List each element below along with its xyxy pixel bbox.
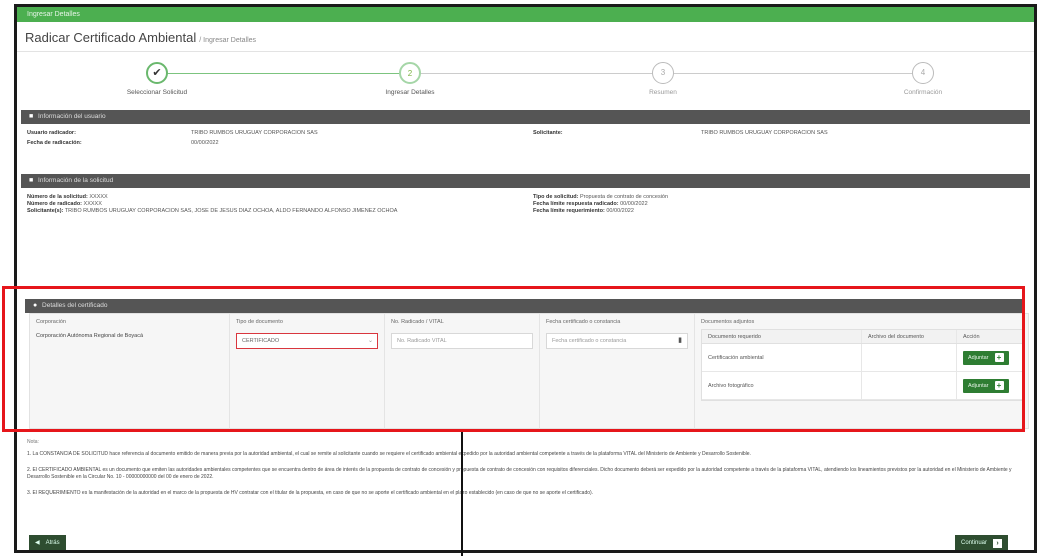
field-value: XXXXX [89, 194, 108, 200]
field-key: Fecha de radicación: [27, 140, 82, 146]
notes-section: Nota: 1. La CONSTANCIA DE SOLICITUD hace… [27, 439, 1032, 506]
progress-stepper: ✔ Seleccionar Solicitud 2 Ingresar Detal… [17, 52, 1034, 110]
field-value: TRIBO RUMBOS URUGUAY CORPORACION SAS, JO… [64, 208, 398, 214]
continue-button[interactable]: Continuar › [955, 535, 1009, 550]
step-label: Resumen [649, 89, 677, 96]
note-item: 3. El REQUERIMIENTO es la manifestación … [27, 490, 594, 496]
field-value: Propuesta de contrato de concesión [579, 194, 669, 200]
field-key: Solicitante(s): [27, 208, 64, 214]
step-3: 3 Resumen [603, 62, 723, 96]
field-value: TRIBO RUMBOS URUGUAY CORPORACION SAS [701, 130, 828, 136]
step-label: Confirmación [903, 89, 943, 96]
section-header-usuario: ■ Información del usuario [21, 110, 1030, 124]
field-key: Usuario radicador: [27, 130, 76, 136]
solicitantes: Solicitante(s): TRIBO RUMBOS URUGUAY COR… [27, 208, 397, 214]
field-key: Fecha límite requerimiento: [533, 208, 605, 214]
fecha-limite-requerimiento: Fecha límite requerimiento: 00/00/2022 [533, 208, 634, 214]
field-value: 00/00/2022 [620, 201, 648, 207]
field-value: XXXXX [83, 201, 102, 207]
user-icon: ■ [29, 113, 34, 120]
field-key: Número de radicado: [27, 201, 83, 207]
step-number: 2 [399, 62, 421, 84]
arrow-left-icon: ◀ [35, 540, 40, 546]
check-icon: ✔ [146, 62, 168, 84]
pointer-line [461, 432, 463, 556]
fecha-limite-radicado: Fecha límite respuesta radicado: 00/00/2… [533, 201, 648, 207]
back-button[interactable]: ◀ Atrás [29, 535, 66, 550]
usuario-radicador-value: TRIBO RUMBOS URUGUAY CORPORACION SAS [191, 130, 318, 136]
field-key: Solicitante: [533, 130, 563, 136]
numero-radicado: Número de radicado: XXXXX [27, 201, 102, 207]
step-4: 4 Confirmación [863, 62, 983, 96]
step-label: Seleccionar Solicitud [126, 89, 188, 96]
tipo-solicitud: Tipo de solicitud: Propuesta de contrato… [533, 194, 668, 200]
page-subtitle: / Ingresar Detalles [199, 37, 257, 44]
solicitante: Solicitante: [533, 130, 563, 136]
fecha-radicacion-value: 00/00/2022 [191, 140, 219, 146]
note-item: 2. El CERTIFICADO AMBIENTAL es un docume… [27, 467, 1012, 480]
section-title: Información del usuario [38, 113, 106, 120]
step-number: 3 [652, 62, 674, 84]
button-label: Continuar [961, 540, 988, 546]
app-frame: Ingresar Detalles Radicar Certificado Am… [14, 4, 1037, 553]
step-1: ✔ Seleccionar Solicitud [97, 62, 217, 96]
usuario-info: Usuario radicador: TRIBO RUMBOS URUGUAY … [21, 124, 1030, 174]
page-title: Radicar Certificado Ambiental [25, 30, 197, 45]
section-header-solicitud: ■ Información de la solicitud [21, 174, 1030, 188]
solicitante-value: TRIBO RUMBOS URUGUAY CORPORACION SAS [701, 130, 828, 136]
note-item: 1. La CONSTANCIA DE SOLICITUD hace refer… [27, 451, 751, 457]
arrow-right-icon: › [993, 538, 1003, 548]
field-key: Fecha límite respuesta radicado: [533, 201, 619, 207]
button-label: Atrás [45, 540, 60, 546]
solicitud-info: Número de la solicitud: XXXXX Número de … [21, 188, 1030, 224]
field-value: 00/00/2022 [606, 208, 634, 214]
step-label: Ingresar Detalles [385, 89, 435, 96]
info-icon: ■ [29, 177, 34, 184]
field-value: TRIBO RUMBOS URUGUAY CORPORACION SAS [191, 130, 318, 136]
step-2: 2 Ingresar Detalles [350, 62, 470, 96]
numero-solicitud: Número de la solicitud: XXXXX [27, 194, 108, 200]
title-row: Radicar Certificado Ambiental / Ingresar… [17, 22, 1034, 52]
section-title: Información de la solicitud [38, 177, 114, 184]
field-key: Tipo de solicitud: [533, 194, 579, 200]
field-key: Número de la solicitud: [27, 194, 88, 200]
step-number: 4 [912, 62, 934, 84]
fecha-radicacion: Fecha de radicación: [27, 140, 82, 146]
notes-heading: Nota: [27, 439, 39, 445]
highlight-box [2, 286, 1025, 432]
field-value: 00/00/2022 [191, 140, 219, 146]
top-bar: Ingresar Detalles [17, 7, 1034, 22]
usuario-radicador: Usuario radicador: [27, 130, 76, 136]
